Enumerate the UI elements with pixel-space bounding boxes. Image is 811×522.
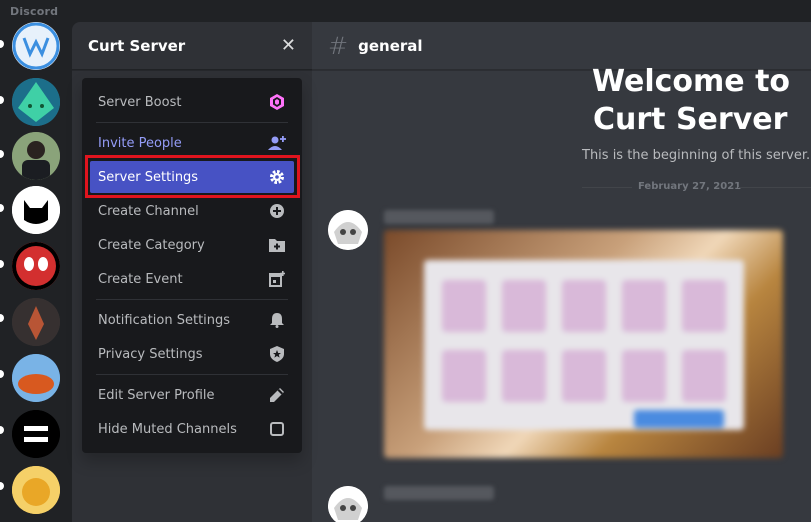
unread-pill: [0, 204, 4, 212]
message: [328, 486, 494, 522]
unread-pill: [0, 260, 4, 268]
hash-icon: #: [328, 31, 349, 60]
channel-name: general: [358, 36, 423, 55]
menu-item-hide-muted-channels[interactable]: Hide Muted Channels: [90, 413, 294, 445]
blurred-username: [384, 486, 494, 500]
folder-plus-icon: [268, 236, 286, 254]
server-icon[interactable]: [12, 186, 60, 234]
menu-item-label: Server Boost: [98, 94, 182, 110]
unread-pill: [0, 96, 4, 104]
blurred-username: [384, 210, 494, 224]
app-title: Discord: [10, 5, 59, 18]
blurred-attachment[interactable]: [384, 230, 783, 458]
menu-item-edit-server-profile[interactable]: Edit Server Profile: [90, 379, 294, 411]
menu-item-create-event[interactable]: Create Event: [90, 263, 294, 295]
menu-item-privacy-settings[interactable]: Privacy Settings: [90, 338, 294, 370]
welcome-title-line2: Curt Server: [593, 102, 788, 137]
server-icon[interactable]: [12, 466, 60, 514]
pencil-icon: [268, 386, 286, 404]
menu-separator: [96, 299, 288, 300]
annotation-highlight: [85, 155, 300, 198]
menu-item-label: Privacy Settings: [98, 346, 203, 362]
plus-circle-icon: [268, 202, 286, 220]
date-divider: February 27, 2021: [582, 181, 811, 193]
unread-pill: [0, 40, 4, 48]
checkbox-icon[interactable]: [268, 420, 286, 438]
menu-item-notification-settings[interactable]: Notification Settings: [90, 304, 294, 336]
shield-star-icon: [268, 345, 286, 363]
unread-pill: [0, 150, 4, 158]
server-icon[interactable]: [12, 242, 60, 290]
menu-separator: [96, 374, 288, 375]
boost-icon: [268, 93, 286, 111]
user-avatar[interactable]: [328, 486, 368, 522]
attachment-card: [682, 280, 726, 332]
attachment-card: [442, 280, 486, 332]
server-icon[interactable]: [12, 298, 60, 346]
server-icon[interactable]: [12, 354, 60, 402]
welcome-heading-2: Curt Server: [593, 100, 811, 140]
date-divider-text: February 27, 2021: [638, 181, 742, 192]
user-avatar[interactable]: [328, 210, 368, 250]
discord-window: Discord Curt Server ✕ # general Welcome …: [0, 0, 811, 522]
menu-item-server-boost[interactable]: Server Boost: [90, 86, 294, 118]
attachment-card: [622, 350, 666, 402]
menu-item-label: Notification Settings: [98, 312, 231, 328]
divider-line: [738, 187, 811, 188]
welcome-heading: Welcome to: [592, 62, 811, 102]
menu-item-label: Create Event: [98, 271, 183, 287]
divider-line: [582, 187, 632, 188]
menu-item-label: Edit Server Profile: [98, 387, 215, 403]
menu-separator: [96, 122, 288, 123]
close-icon[interactable]: ✕: [281, 36, 296, 55]
unread-pill: [0, 314, 4, 322]
calendar-plus-icon: [268, 270, 286, 288]
server-context-menu: Server Boost Invite People Server Settin…: [82, 78, 302, 453]
menu-item-label: Invite People: [98, 135, 182, 151]
unread-pill: [0, 426, 4, 434]
menu-item-label: Create Channel: [98, 203, 199, 219]
server-name: Curt Server: [88, 36, 186, 55]
server-icon[interactable]: [12, 22, 60, 70]
add-person-icon: [268, 134, 286, 152]
server-header[interactable]: Curt Server ✕: [72, 22, 312, 70]
server-rail: [0, 22, 72, 522]
menu-item-create-channel[interactable]: Create Channel: [90, 195, 294, 227]
welcome-subtitle: This is the beginning of this server.: [582, 148, 811, 163]
attachment-panel: [424, 260, 744, 430]
unread-pill: [0, 482, 4, 490]
attachment-card: [682, 350, 726, 402]
attachment-card: [442, 350, 486, 402]
attachment-card: [622, 280, 666, 332]
unread-pill: [0, 370, 4, 378]
server-icon[interactable]: [12, 410, 60, 458]
server-icon[interactable]: [12, 78, 60, 126]
attachment-button: [634, 410, 724, 428]
attachment-card: [502, 280, 546, 332]
menu-item-label: Create Category: [98, 237, 205, 253]
menu-item-label: Hide Muted Channels: [98, 421, 237, 437]
message: [328, 210, 783, 458]
attachment-card: [562, 280, 606, 332]
attachment-card: [502, 350, 546, 402]
server-icon[interactable]: [12, 132, 60, 180]
welcome-title-line1: Welcome to: [592, 64, 791, 99]
attachment-card: [562, 350, 606, 402]
menu-item-create-category[interactable]: Create Category: [90, 229, 294, 261]
bell-icon: [268, 311, 286, 329]
